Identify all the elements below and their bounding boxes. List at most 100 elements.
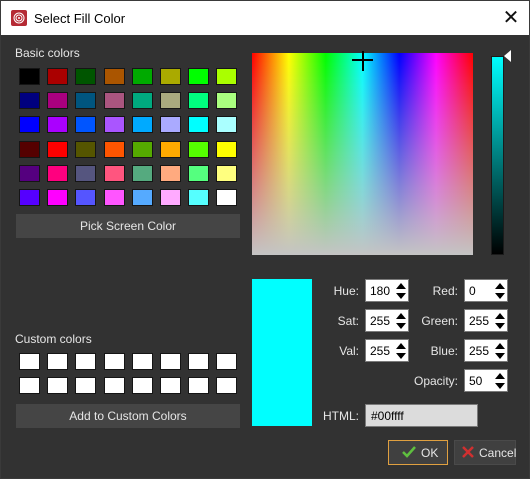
custom-color-swatch[interactable] [75, 353, 97, 370]
value-slider-handle[interactable] [504, 50, 511, 62]
basic-color-swatch[interactable] [160, 116, 181, 134]
custom-color-swatch[interactable] [103, 353, 125, 370]
custom-color-swatch[interactable] [103, 377, 125, 394]
spin-down-icon[interactable] [495, 383, 505, 389]
opacity-label: Opacity: [413, 374, 458, 388]
opacity-spinbox[interactable]: 50 [464, 369, 508, 392]
basic-color-swatch[interactable] [216, 189, 238, 206]
checkmark-icon [401, 444, 417, 463]
basic-color-swatch[interactable] [131, 189, 153, 206]
spin-up-icon[interactable] [396, 313, 406, 319]
hue-spinbox[interactable]: 180 [365, 279, 409, 302]
value-slider[interactable] [491, 56, 504, 255]
basic-color-swatch[interactable] [47, 140, 69, 158]
basic-color-swatch[interactable] [47, 116, 69, 134]
custom-color-swatch[interactable] [160, 353, 181, 370]
custom-color-swatch[interactable] [47, 353, 69, 370]
spin-down-icon[interactable] [396, 293, 406, 299]
basic-color-swatch[interactable] [19, 140, 40, 158]
basic-color-swatch[interactable] [47, 68, 69, 85]
basic-color-swatch[interactable] [188, 140, 210, 158]
basic-color-swatch[interactable] [75, 164, 97, 182]
basic-color-swatch[interactable] [216, 92, 238, 110]
basic-color-swatch[interactable] [19, 92, 40, 110]
select-fill-color-dialog: Select Fill Color ✕ Basic colors Pick Sc… [0, 0, 530, 479]
hue-saturation-picker[interactable] [252, 51, 473, 255]
basic-color-swatch[interactable] [47, 164, 69, 182]
basic-color-swatch[interactable] [188, 116, 210, 134]
basic-color-swatch[interactable] [160, 68, 181, 85]
basic-color-swatch[interactable] [19, 68, 40, 85]
basic-color-swatch[interactable] [75, 189, 97, 206]
basic-color-swatch[interactable] [188, 68, 210, 85]
hue-value: 180 [370, 284, 391, 298]
basic-color-swatch[interactable] [103, 189, 125, 206]
basic-color-swatch[interactable] [19, 189, 40, 206]
hue-label: Hue: [333, 284, 359, 298]
basic-color-swatch[interactable] [103, 68, 125, 85]
basic-color-swatch[interactable] [160, 164, 181, 182]
basic-color-swatch[interactable] [160, 92, 181, 110]
custom-color-swatch[interactable] [216, 353, 238, 370]
spin-down-icon[interactable] [495, 353, 505, 359]
basic-color-swatch[interactable] [47, 92, 69, 110]
basic-color-swatch[interactable] [131, 92, 153, 110]
basic-color-swatch[interactable] [75, 68, 97, 85]
basic-color-swatch[interactable] [103, 92, 125, 110]
basic-color-swatch[interactable] [216, 164, 238, 182]
basic-color-swatch[interactable] [75, 116, 97, 134]
spin-down-icon[interactable] [396, 353, 406, 359]
custom-color-swatch[interactable] [19, 377, 40, 394]
spin-up-icon[interactable] [396, 343, 406, 349]
basic-color-swatch[interactable] [19, 164, 40, 182]
custom-color-swatch[interactable] [131, 353, 153, 370]
spin-up-icon[interactable] [495, 373, 505, 379]
html-hex-input[interactable]: #00ffff [365, 404, 478, 427]
ok-button[interactable]: OK [388, 440, 448, 465]
custom-color-swatch[interactable] [188, 353, 210, 370]
basic-color-swatch[interactable] [103, 140, 125, 158]
sat-spinbox[interactable]: 255 [365, 309, 409, 332]
basic-color-swatch[interactable] [216, 140, 238, 158]
red-value: 0 [469, 284, 476, 298]
spin-up-icon[interactable] [495, 343, 505, 349]
spin-up-icon[interactable] [495, 313, 505, 319]
basic-color-swatch[interactable] [75, 92, 97, 110]
spin-up-icon[interactable] [396, 283, 406, 289]
basic-color-swatch[interactable] [188, 164, 210, 182]
cancel-button[interactable]: Cancel [454, 440, 516, 465]
custom-color-swatch[interactable] [75, 377, 97, 394]
basic-color-swatch[interactable] [188, 92, 210, 110]
basic-color-swatch[interactable] [75, 140, 97, 158]
basic-color-swatch[interactable] [131, 140, 153, 158]
custom-color-swatch[interactable] [216, 377, 238, 394]
custom-color-swatch[interactable] [160, 377, 181, 394]
custom-color-swatch[interactable] [47, 377, 69, 394]
val-spinbox[interactable]: 255 [365, 339, 409, 362]
spin-up-icon[interactable] [495, 283, 505, 289]
basic-color-swatch[interactable] [131, 164, 153, 182]
add-to-custom-colors-button[interactable]: Add to Custom Colors [16, 404, 240, 428]
basic-color-swatch[interactable] [47, 189, 69, 206]
spin-down-icon[interactable] [396, 323, 406, 329]
pick-screen-color-button[interactable]: Pick Screen Color [16, 214, 240, 238]
basic-color-swatch[interactable] [131, 116, 153, 134]
basic-color-swatch[interactable] [103, 116, 125, 134]
basic-color-swatch[interactable] [216, 68, 238, 85]
basic-color-swatch[interactable] [216, 116, 238, 134]
spin-down-icon[interactable] [495, 293, 505, 299]
green-spinbox[interactable]: 255 [464, 309, 508, 332]
blue-spinbox[interactable]: 255 [464, 339, 508, 362]
red-spinbox[interactable]: 0 [464, 279, 508, 302]
basic-color-swatch[interactable] [188, 189, 210, 206]
custom-color-swatch[interactable] [131, 377, 153, 394]
basic-color-swatch[interactable] [160, 189, 181, 206]
close-button[interactable]: ✕ [493, 1, 529, 35]
basic-color-swatch[interactable] [131, 68, 153, 85]
basic-color-swatch[interactable] [19, 116, 40, 134]
basic-color-swatch[interactable] [160, 140, 181, 158]
basic-color-swatch[interactable] [103, 164, 125, 182]
spin-down-icon[interactable] [495, 323, 505, 329]
custom-color-swatch[interactable] [188, 377, 210, 394]
custom-color-swatch[interactable] [19, 353, 40, 370]
